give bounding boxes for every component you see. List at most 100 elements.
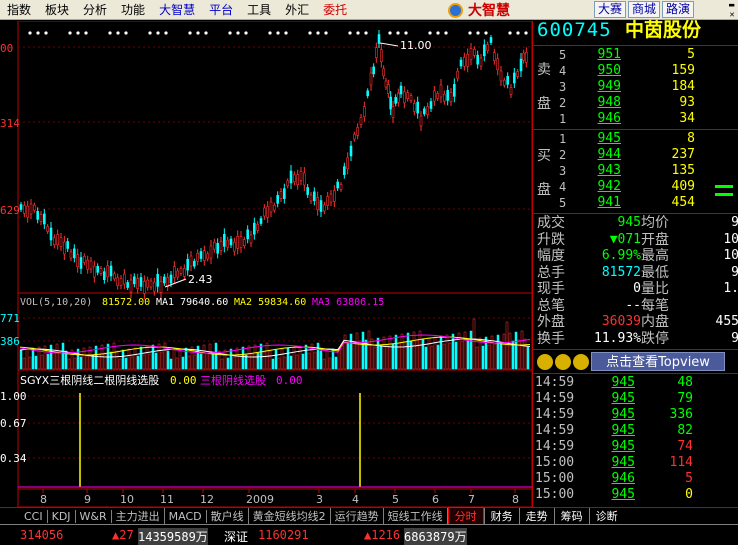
candle-body xyxy=(399,85,403,95)
window-controls[interactable]: ▬ ✕ xyxy=(695,1,738,19)
volume-bar xyxy=(391,343,395,370)
candle-body xyxy=(73,248,76,259)
panel-tab-4[interactable]: 诊断 xyxy=(588,508,624,524)
volume-bar xyxy=(376,337,380,370)
volume-bar xyxy=(121,349,125,370)
candle-body xyxy=(183,268,186,277)
indicator-tab-2[interactable]: W&R xyxy=(76,509,112,523)
stock-header: 600745 中茵股份 xyxy=(533,21,738,45)
candle-body xyxy=(356,127,359,136)
volume-bar xyxy=(454,341,458,370)
sell-price: 948 xyxy=(597,95,621,110)
candle-body xyxy=(123,273,126,285)
menu-item-7[interactable]: 外汇 xyxy=(278,1,316,18)
buy-row[interactable]: 5 941 454 xyxy=(533,195,738,211)
event-marker xyxy=(324,31,328,35)
buy-row[interactable]: 3 943 135 xyxy=(533,163,738,179)
indicator-tab-0[interactable]: CCI xyxy=(20,509,48,523)
volume-bar xyxy=(85,355,89,370)
menu-item-2[interactable]: 分析 xyxy=(76,1,114,18)
candle-body xyxy=(256,224,259,231)
volume-bar xyxy=(400,333,404,370)
sell-row[interactable]: 2 948 93 xyxy=(533,95,738,111)
panel-tab-3[interactable]: 筹码 xyxy=(553,508,589,524)
stat-label: 总手 xyxy=(537,264,565,281)
tick-price: 945 xyxy=(611,455,635,470)
menu-item-3[interactable]: 功能 xyxy=(114,1,152,18)
event-marker xyxy=(68,31,72,35)
tick-volume: 5 xyxy=(685,471,693,486)
buy-price: 943 xyxy=(597,163,621,178)
candle-body xyxy=(203,250,206,261)
menu-item-5[interactable]: 平台 xyxy=(202,1,240,18)
minimize-icon[interactable]: ▬ xyxy=(728,1,735,9)
buy-row[interactable]: 2 944 237 xyxy=(533,147,738,163)
buy-row[interactable]: 4 942 409 xyxy=(533,179,738,195)
volume-bar xyxy=(508,332,512,370)
candle-body xyxy=(106,265,109,278)
top-button-2[interactable]: 路演 xyxy=(662,1,695,18)
menu-item-8[interactable]: 委托 xyxy=(316,1,354,18)
indicator-tab-3[interactable]: 主力进出 xyxy=(112,508,165,524)
event-marker xyxy=(116,31,120,35)
x-axis-label: 10 xyxy=(120,493,134,506)
top-button-0[interactable]: 大赛 xyxy=(594,1,627,18)
volume-bar xyxy=(31,347,35,370)
volume-bar xyxy=(715,185,733,188)
candle-body xyxy=(276,195,279,204)
top-button-1[interactable]: 商城 xyxy=(628,1,661,18)
indicator-tab-5[interactable]: 散户线 xyxy=(207,508,249,524)
volume-bar xyxy=(505,321,509,370)
sell-row[interactable]: 1 946 34 xyxy=(533,111,738,127)
menu-item-6[interactable]: 工具 xyxy=(240,1,278,18)
candle-body xyxy=(196,253,199,262)
event-marker xyxy=(484,31,488,35)
close-icon[interactable]: ✕ xyxy=(729,11,735,19)
sell-row[interactable]: 4 950 159 xyxy=(533,63,738,79)
candle-body xyxy=(522,52,525,61)
volume-bar xyxy=(445,334,449,370)
kline-chart-area[interactable]: 00 314 629 771 386 1.00 0.67 0.34 11.00 2.43 VOL(5… xyxy=(0,20,533,508)
candle-body xyxy=(423,108,426,115)
menu-item-0[interactable]: 指数 xyxy=(0,1,38,18)
indicator-tab-8[interactable]: 短线工作线 xyxy=(384,508,448,524)
x-axis-label: 11 xyxy=(160,493,174,506)
indicator-tab-7[interactable]: 运行趋势 xyxy=(331,508,384,524)
candle-body xyxy=(226,239,229,248)
buy-price: 942 xyxy=(597,179,621,194)
candle-body xyxy=(223,234,226,247)
indicator-tab-1[interactable]: KDJ xyxy=(48,509,76,523)
candle-body xyxy=(426,106,429,115)
volume-bar xyxy=(517,339,521,370)
sell-label: 盘 xyxy=(537,96,551,112)
volume-bar xyxy=(181,356,185,370)
sell-row[interactable]: 3 949 184 xyxy=(533,79,738,95)
indicator-tab-6[interactable]: 黄金短线均线2 xyxy=(249,508,331,524)
volume-bar xyxy=(295,354,299,370)
panel-tab-0[interactable]: 分时 xyxy=(447,507,484,525)
volume-bar xyxy=(127,348,131,370)
candle-body xyxy=(173,266,176,278)
high-pointer xyxy=(379,42,399,47)
candle-body xyxy=(266,206,269,218)
candle-body xyxy=(516,71,519,77)
event-marker xyxy=(284,31,288,35)
stock-code: 600745 xyxy=(537,19,612,41)
sell-row[interactable]: 5 951 5 xyxy=(533,47,738,63)
stat-label: 最低 xyxy=(641,264,669,281)
tick-time: 14:59 xyxy=(535,439,575,454)
volume-bar xyxy=(355,332,359,370)
topview-button[interactable]: 点击查看Topview xyxy=(591,352,725,371)
buy-row[interactable]: 1 945 8 xyxy=(533,131,738,147)
panel-tab-2[interactable]: 走势 xyxy=(518,508,554,524)
indicator-tab-4[interactable]: MACD xyxy=(165,509,207,523)
level-index: 2 xyxy=(559,148,567,162)
menu-item-4[interactable]: 大智慧 xyxy=(152,1,202,18)
level-index: 1 xyxy=(559,112,567,126)
sell-volume: 34 xyxy=(679,111,695,126)
candle-body xyxy=(243,239,246,246)
stat-value: -- xyxy=(625,297,641,313)
event-marker xyxy=(76,31,80,35)
menu-item-1[interactable]: 板块 xyxy=(38,1,76,18)
panel-tab-1[interactable]: 财务 xyxy=(483,508,519,524)
